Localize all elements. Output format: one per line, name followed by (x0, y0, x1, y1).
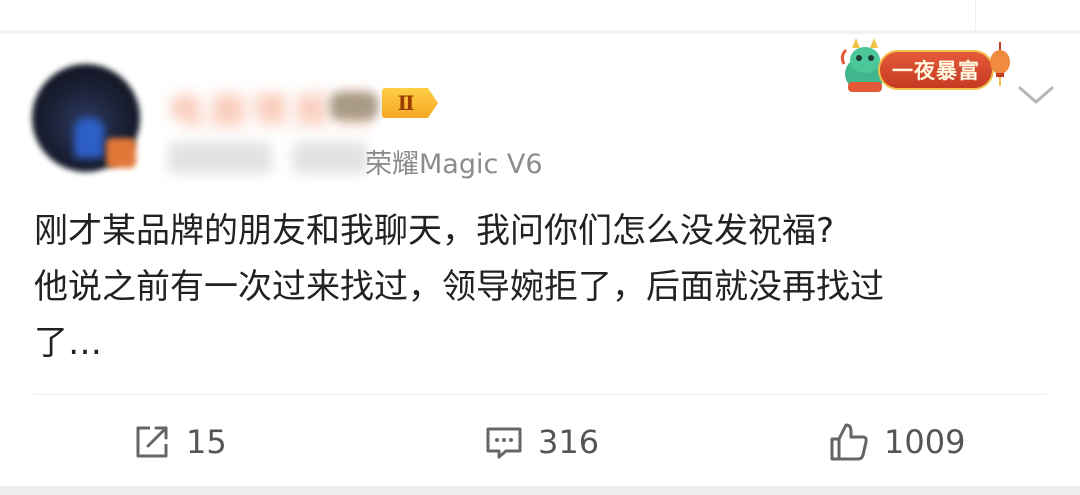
comment-button[interactable]: 316 (484, 420, 599, 464)
post-location-redacted (292, 142, 368, 174)
post-line: 刚才某品牌的朋友和我聊天，我问你们怎么没发祝福? (34, 211, 835, 251)
post-time-redacted (168, 142, 272, 174)
thumbs-up-icon (830, 423, 868, 461)
comment-icon (486, 427, 522, 459)
divider (34, 394, 1046, 395)
post-line: 了… (34, 323, 102, 363)
post-line: 他说之前有一次过来找过，领导婉拒了，后面就没再找过 (34, 267, 884, 307)
repost-count: 15 (186, 423, 227, 461)
previous-item-strip (0, 0, 1080, 30)
lantern-icon (990, 42, 1010, 86)
post-source: 荣耀Magic V6 (365, 149, 543, 180)
repost-icon (136, 426, 168, 458)
like-count: 1009 (884, 423, 966, 461)
post-content: 刚才某品牌的朋友和我聊天，我问你们怎么没发祝福? 他说之前有一次过来找过，领导婉… (34, 203, 1054, 371)
user-tag-icon (330, 92, 378, 120)
festival-badge[interactable]: 一夜暴富 (838, 32, 1016, 100)
avatar-verified-badge (106, 138, 136, 168)
chevron-down-icon[interactable] (1016, 80, 1056, 110)
repost-button[interactable]: 15 (132, 420, 227, 464)
festival-badge-label: 一夜暴富 (878, 50, 994, 90)
like-button[interactable]: 1009 (828, 420, 965, 464)
avatar-figure (74, 118, 104, 158)
comment-count: 316 (538, 423, 600, 461)
feed-gap (0, 486, 1080, 495)
level-badge[interactable]: Ⅱ (382, 88, 438, 118)
